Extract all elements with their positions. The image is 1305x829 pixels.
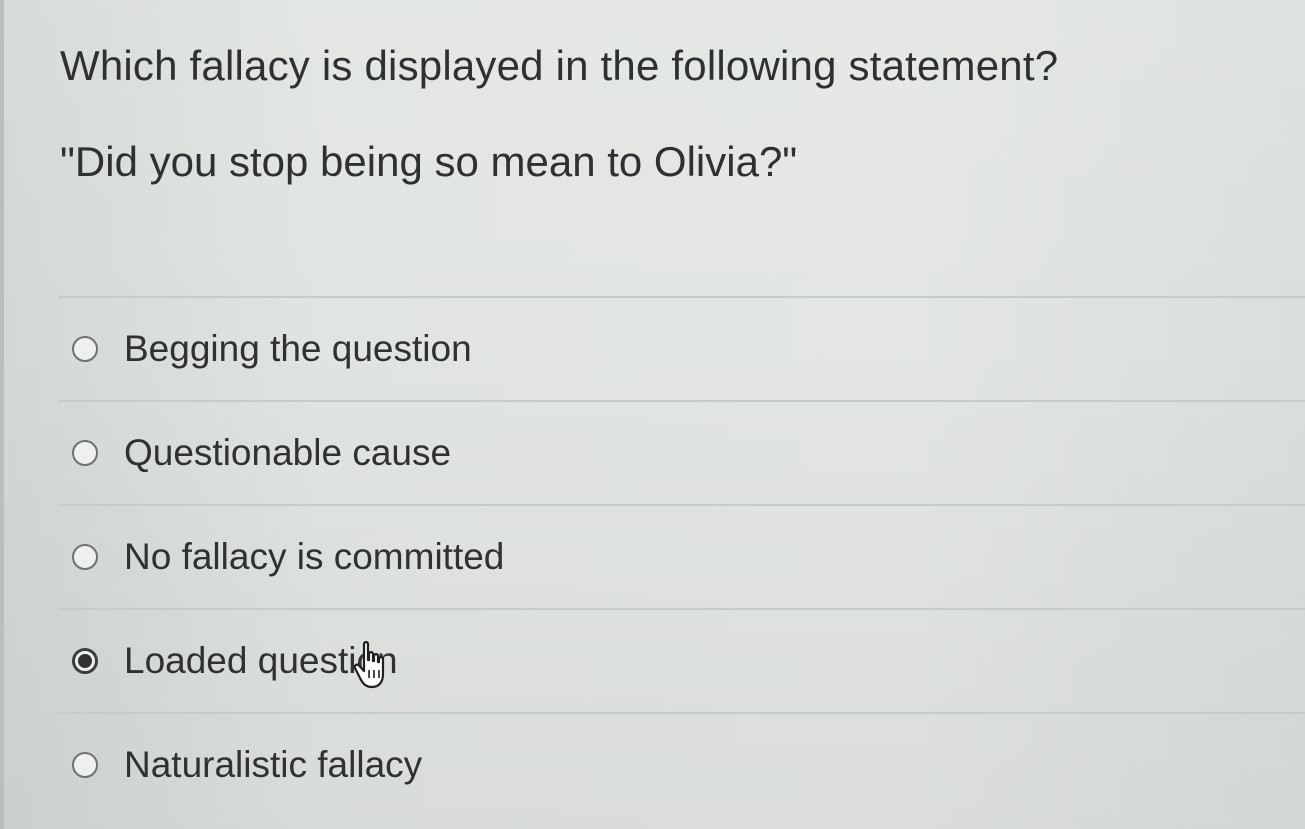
answer-options: Begging the question Questionable cause … bbox=[58, 296, 1305, 816]
question-statement: "Did you stop being so mean to Olivia?" bbox=[60, 138, 798, 185]
option-no-fallacy[interactable]: No fallacy is committed bbox=[58, 506, 1305, 608]
option-label: No fallacy is committed bbox=[124, 536, 505, 577]
radio-dot bbox=[78, 654, 92, 668]
option-label: Begging the question bbox=[124, 328, 472, 369]
radio-unchecked-icon[interactable] bbox=[72, 544, 98, 570]
option-label: Questionable cause bbox=[124, 432, 452, 473]
radio-unchecked-icon[interactable] bbox=[72, 336, 98, 362]
radio-checked-icon[interactable] bbox=[72, 648, 98, 674]
option-loaded-question[interactable]: Loaded question bbox=[58, 610, 1305, 712]
question-panel: Which fallacy is displayed in the follow… bbox=[0, 0, 1305, 829]
question-title: Which fallacy is displayed in the follow… bbox=[60, 42, 1059, 89]
screen: Which fallacy is displayed in the follow… bbox=[0, 0, 1305, 829]
option-begging-the-question[interactable]: Begging the question bbox=[58, 298, 1305, 400]
option-naturalistic-fallacy[interactable]: Naturalistic fallacy bbox=[58, 714, 1305, 816]
radio-unchecked-icon[interactable] bbox=[72, 752, 98, 778]
option-label: Naturalistic fallacy bbox=[124, 744, 423, 785]
option-questionable-cause[interactable]: Questionable cause bbox=[58, 402, 1305, 504]
option-label: Loaded question bbox=[124, 640, 398, 681]
radio-unchecked-icon[interactable] bbox=[72, 440, 98, 466]
